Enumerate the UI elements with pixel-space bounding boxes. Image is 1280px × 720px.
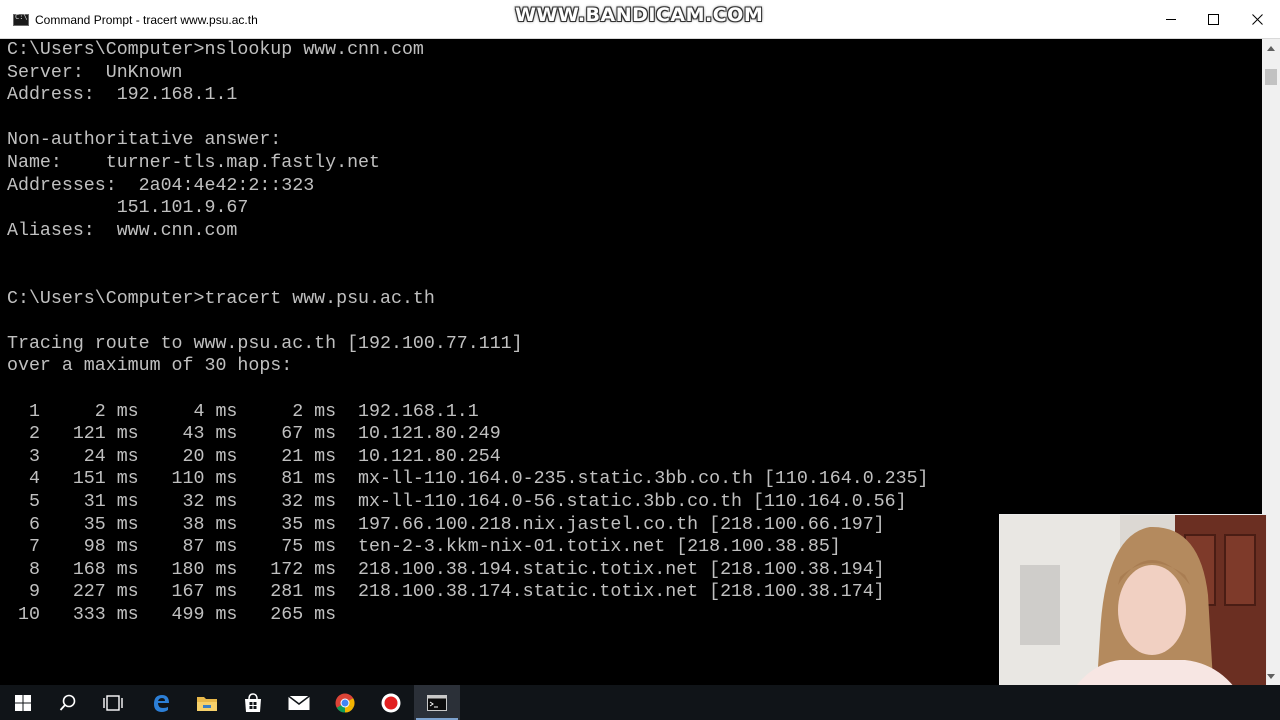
- console-line: Tracing route to www.psu.ac.th [192.100.…: [7, 333, 523, 354]
- bandicam-button[interactable]: [368, 685, 414, 720]
- edge-icon: [154, 694, 169, 712]
- start-icon: [15, 694, 31, 711]
- maximize-icon: [1207, 13, 1219, 25]
- record-icon: [381, 693, 401, 712]
- console-line: Aliases: www.cnn.com: [7, 220, 238, 241]
- console-line: Addresses: 2a04:4e42:2::323: [7, 175, 315, 196]
- edge-button[interactable]: [138, 685, 184, 720]
- console-line: 9 227 ms 167 ms 281 ms 218.100.38.174.st…: [7, 582, 885, 603]
- window-title: Command Prompt - tracert www.psu.ac.th: [35, 13, 258, 27]
- scroll-up-button[interactable]: [1262, 39, 1280, 57]
- search-button[interactable]: [45, 685, 91, 720]
- console-line: 3 24 ms 20 ms 21 ms 10.121.80.254: [7, 446, 501, 467]
- command-prompt-title-icon[interactable]: [13, 13, 29, 26]
- store-button[interactable]: [230, 685, 276, 720]
- console-line: 4 151 ms 110 ms 81 ms mx-ll-110.164.0-23…: [7, 469, 929, 490]
- close-icon: [1251, 13, 1263, 25]
- chevron-down-icon: [1267, 673, 1275, 679]
- title-bar[interactable]: Command Prompt - tracert www.psu.ac.th W…: [0, 0, 1280, 39]
- minimize-icon: [1166, 18, 1176, 20]
- file-explorer-button[interactable]: [184, 685, 230, 720]
- close-button[interactable]: [1234, 0, 1280, 38]
- console-line: C:\Users\Computer>nslookup www.cnn.com: [7, 40, 424, 60]
- taskbar: [0, 685, 1280, 720]
- console-line: 7 98 ms 87 ms 75 ms ten-2-3.kkm-nix-01.t…: [7, 537, 841, 558]
- search-icon: [59, 694, 76, 711]
- console-line: over a maximum of 30 hops:: [7, 356, 293, 377]
- task-view-icon: [103, 694, 123, 711]
- maximize-button[interactable]: [1190, 0, 1236, 38]
- chrome-icon: [335, 693, 355, 712]
- start-button[interactable]: [0, 685, 46, 720]
- webcam-overlay: [999, 514, 1267, 714]
- command-prompt-taskbar-button[interactable]: [414, 685, 460, 720]
- console-line: Address: 192.168.1.1: [7, 85, 238, 106]
- console-line: 2 121 ms 43 ms 67 ms 10.121.80.249: [7, 424, 501, 445]
- console-line: C:\Users\Computer>tracert www.psu.ac.th: [7, 288, 435, 309]
- console-line: Name: turner-tls.map.fastly.net: [7, 153, 380, 173]
- store-icon: [245, 692, 261, 712]
- scroll-thumb[interactable]: [1265, 69, 1277, 85]
- minimize-button[interactable]: [1148, 0, 1194, 38]
- task-view-button[interactable]: [90, 685, 136, 720]
- console-line: 6 35 ms 38 ms 35 ms 197.66.100.218.nix.j…: [7, 514, 885, 535]
- mail-button[interactable]: [276, 685, 322, 720]
- bandicam-watermark: WWW.BANDICAM.COM: [515, 4, 764, 26]
- console-line: Non-authoritative answer:: [7, 130, 282, 151]
- chrome-button[interactable]: [322, 685, 368, 720]
- console-line: 5 31 ms 32 ms 32 ms mx-ll-110.164.0-56.s…: [7, 492, 907, 512]
- mail-icon: [288, 694, 310, 710]
- chevron-up-icon: [1267, 45, 1275, 51]
- console-line: 151.101.9.67: [7, 198, 249, 219]
- console-line: 8 168 ms 180 ms 172 ms 218.100.38.194.st…: [7, 559, 885, 580]
- command-prompt-icon: [427, 694, 447, 711]
- console-line: Server: UnKnown: [7, 62, 183, 83]
- console-line: 1 2 ms 4 ms 2 ms 192.168.1.1: [7, 401, 479, 422]
- console-line: 10 333 ms 499 ms 265 ms: [7, 605, 337, 625]
- file-explorer-icon: [197, 696, 217, 711]
